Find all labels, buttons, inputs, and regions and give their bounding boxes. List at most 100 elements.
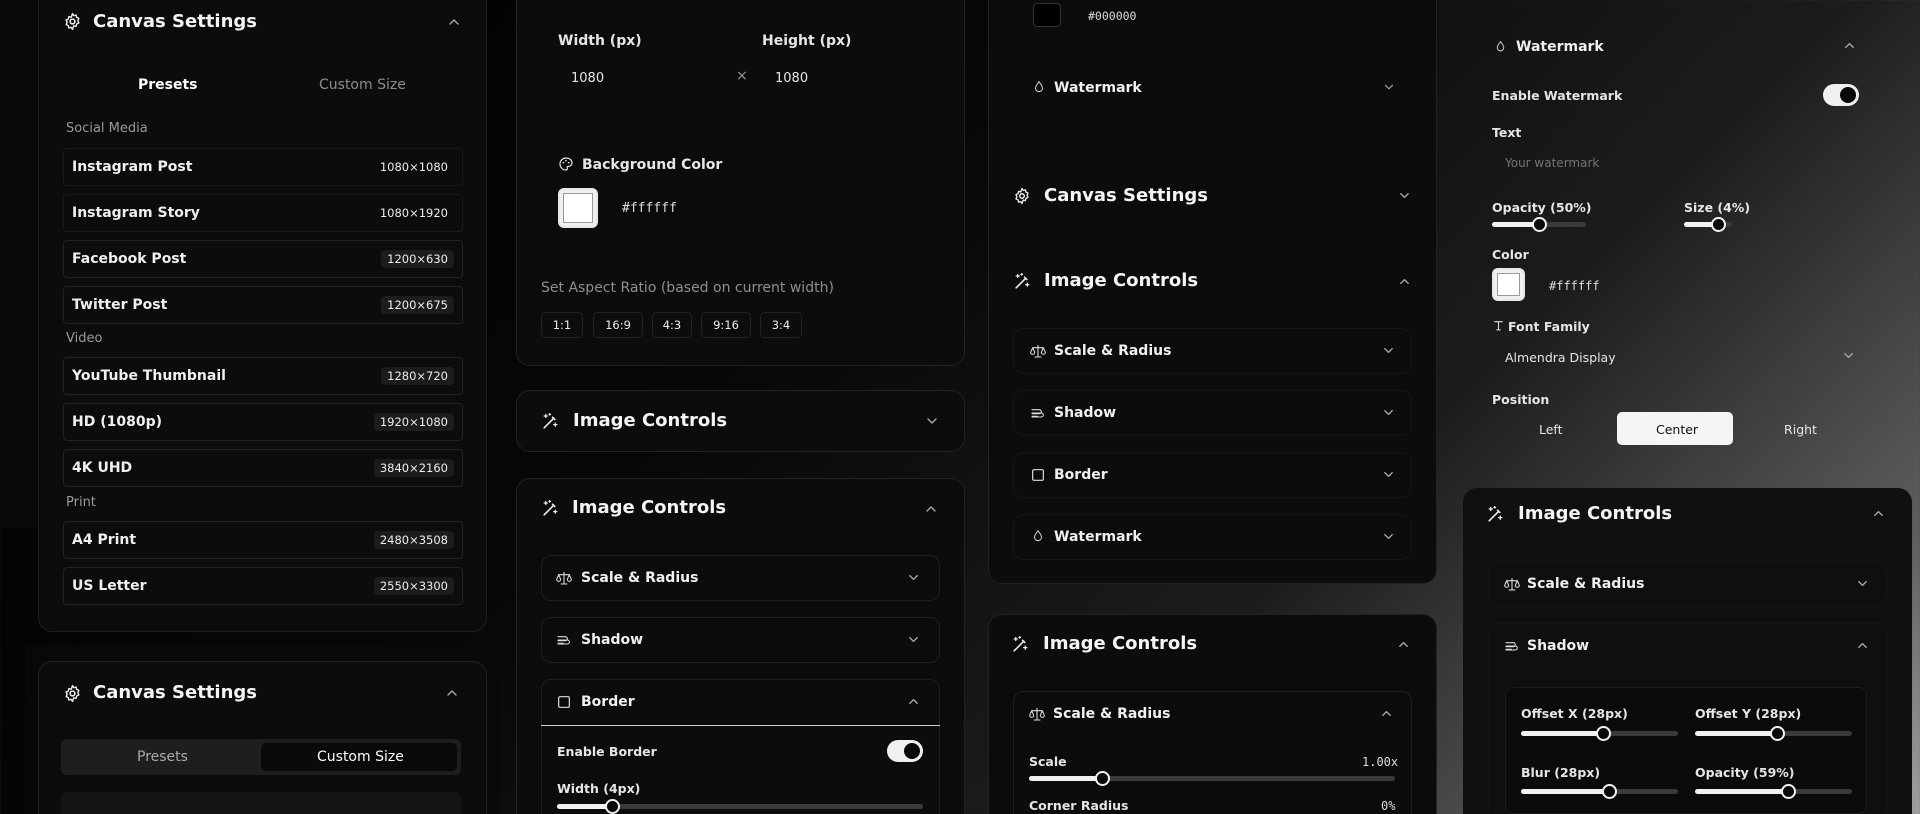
- scale-slider[interactable]: [1029, 771, 1395, 786]
- position-center[interactable]: Center: [1656, 422, 1698, 437]
- preset-twitter-post[interactable]: Twitter Post 1200×675: [63, 286, 463, 324]
- size-slider[interactable]: [1684, 217, 1732, 232]
- tab-presets[interactable]: Presets: [137, 749, 188, 765]
- chevron-up-icon[interactable]: [1842, 38, 1857, 53]
- tab-presets[interactable]: Presets: [138, 77, 198, 93]
- chevron-up-icon[interactable]: [923, 501, 939, 517]
- preset-youtube-thumbnail[interactable]: YouTube Thumbnail 1280×720: [63, 357, 463, 395]
- watermark-color-hex[interactable]: #ffffff: [1549, 279, 1600, 293]
- chevron-up-icon[interactable]: [446, 14, 462, 30]
- chevron-down-icon[interactable]: [1381, 405, 1396, 420]
- chevron-down-icon[interactable]: [906, 632, 921, 647]
- chevron-down-icon[interactable]: [1381, 467, 1396, 482]
- shadow-label[interactable]: Shadow: [1527, 638, 1589, 654]
- border-width-label: Width (4px): [557, 781, 641, 796]
- shadow-label: Shadow: [1054, 405, 1117, 421]
- opacity-slider[interactable]: [1492, 217, 1586, 232]
- border-width-slider[interactable]: [557, 799, 923, 814]
- shadow-opacity-slider[interactable]: [1695, 784, 1852, 799]
- top-color-hex[interactable]: #000000: [1088, 9, 1136, 23]
- tab-custom-size[interactable]: Custom Size: [317, 749, 404, 765]
- background-color-swatch[interactable]: [558, 188, 598, 228]
- watermark-label[interactable]: Watermark: [1054, 80, 1142, 96]
- preset-a4-print[interactable]: A4 Print 2480×3508: [63, 521, 463, 559]
- chevron-down-icon[interactable]: [1841, 348, 1856, 363]
- slider-thumb[interactable]: [1595, 726, 1611, 741]
- scale-radius-label: Scale & Radius: [1527, 576, 1645, 592]
- border-label: Border: [1054, 467, 1108, 483]
- width-label: Width (px): [558, 33, 642, 49]
- offset-y-slider[interactable]: [1695, 726, 1852, 741]
- enable-watermark-label: Enable Watermark: [1492, 88, 1623, 103]
- chevron-down-icon[interactable]: [1381, 343, 1396, 358]
- chevron-up-icon[interactable]: [1379, 706, 1394, 721]
- slider-thumb[interactable]: [1780, 784, 1796, 799]
- preset-4k-uhd[interactable]: 4K UHD 3840×2160: [63, 449, 463, 487]
- magic-wand-icon: [541, 499, 560, 518]
- background-color-hex[interactable]: #ffffff: [622, 201, 677, 216]
- preset-us-letter[interactable]: US Letter 2550×3300: [63, 567, 463, 605]
- ratio-9-16[interactable]: 9:16: [701, 312, 751, 338]
- size-label: Size (4%): [1684, 200, 1751, 215]
- slider-thumb[interactable]: [1601, 784, 1617, 799]
- ratio-16-9[interactable]: 16:9: [593, 312, 643, 338]
- times-sign: ×: [736, 68, 748, 84]
- watermark-color-swatch[interactable]: [1492, 268, 1525, 301]
- ratio-3-4[interactable]: 3:4: [760, 312, 802, 338]
- ratio-1-1[interactable]: 1:1: [541, 312, 583, 338]
- watermark-title[interactable]: Watermark: [1516, 39, 1604, 55]
- group-print: Print: [66, 495, 96, 510]
- width-input[interactable]: 1080: [571, 71, 604, 86]
- chevron-up-icon[interactable]: [1396, 637, 1411, 652]
- chevron-up-icon[interactable]: [444, 685, 460, 701]
- chevron-down-icon[interactable]: [924, 413, 940, 429]
- font-family-select[interactable]: Almendra Display: [1505, 350, 1616, 365]
- position-left[interactable]: Left: [1539, 422, 1563, 437]
- enable-border-label: Enable Border: [557, 744, 657, 759]
- preset-instagram-story[interactable]: Instagram Story 1080×1920: [63, 194, 463, 232]
- position-right[interactable]: Right: [1749, 422, 1852, 437]
- chevron-up-icon[interactable]: [1855, 638, 1870, 653]
- custom-size-fields: [61, 792, 461, 814]
- offset-y-label: Offset Y (28px): [1695, 706, 1802, 721]
- border-label[interactable]: Border: [581, 694, 635, 710]
- slider-thumb[interactable]: [604, 799, 620, 814]
- scale-value: 1.00x: [1362, 755, 1399, 769]
- preset-instagram-post[interactable]: Instagram Post 1080×1080: [63, 148, 463, 186]
- chevron-up-icon[interactable]: [1871, 506, 1886, 521]
- chevron-down-icon[interactable]: [1855, 576, 1870, 591]
- scale-icon: [556, 570, 572, 586]
- canvas-settings-title[interactable]: Canvas Settings: [1044, 185, 1208, 206]
- blur-slider[interactable]: [1521, 784, 1678, 799]
- ratio-4-3[interactable]: 4:3: [652, 312, 692, 338]
- position-label: Position: [1492, 392, 1550, 407]
- slider-thumb[interactable]: [1769, 726, 1785, 741]
- tab-custom-size[interactable]: Custom Size: [319, 77, 406, 93]
- enable-watermark-toggle[interactable]: [1823, 84, 1859, 106]
- chevron-down-icon[interactable]: [1397, 188, 1412, 203]
- enable-border-toggle[interactable]: [887, 740, 923, 762]
- magic-wand-icon: [541, 412, 560, 431]
- height-input[interactable]: 1080: [775, 71, 808, 86]
- scale-radius-label[interactable]: Scale & Radius: [1053, 706, 1170, 722]
- chevron-up-icon[interactable]: [1397, 274, 1412, 289]
- height-label: Height (px): [762, 33, 852, 49]
- slider-thumb[interactable]: [1711, 217, 1726, 232]
- preset-facebook-post[interactable]: Facebook Post 1200×630: [63, 240, 463, 278]
- offset-x-slider[interactable]: [1521, 726, 1678, 741]
- corner-radius-value: 0%: [1381, 799, 1396, 813]
- palette-icon: [558, 156, 574, 172]
- chevron-down-icon[interactable]: [906, 570, 921, 585]
- slider-thumb[interactable]: [1532, 217, 1547, 232]
- aspect-ratio-label: Set Aspect Ratio (based on current width…: [541, 280, 834, 296]
- image-controls-title: Image Controls: [1043, 633, 1198, 654]
- watermark-text-input[interactable]: [1492, 148, 1860, 178]
- chevron-up-icon[interactable]: [906, 694, 921, 709]
- shadow-icon: [1504, 638, 1520, 654]
- top-color-swatch[interactable]: [1033, 3, 1061, 27]
- preset-hd-1080p[interactable]: HD (1080p) 1920×1080: [63, 403, 463, 441]
- background-color-label: Background Color: [582, 157, 723, 173]
- chevron-down-icon[interactable]: [1381, 529, 1396, 544]
- corner-radius-label: Corner Radius: [1029, 798, 1129, 813]
- chevron-down-icon[interactable]: [1382, 80, 1396, 94]
